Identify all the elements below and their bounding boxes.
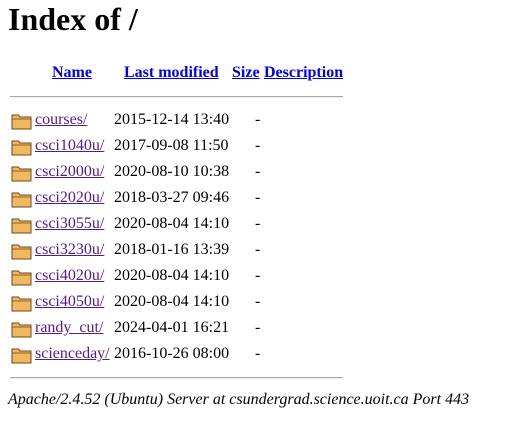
sort-by-description-link[interactable]: Description: [264, 64, 343, 82]
last-modified-value: 2015-12-14 13:40: [114, 111, 230, 128]
folder-icon: [11, 192, 32, 208]
folder-link[interactable]: csci2000u/: [35, 163, 104, 181]
size-value: -: [255, 137, 261, 154]
sort-by-name-link[interactable]: Name: [52, 64, 92, 82]
sort-by-size-link[interactable]: Size: [232, 64, 260, 82]
folder-link[interactable]: csci3230u/: [35, 241, 104, 259]
last-modified-value: 2020-08-10 10:38: [114, 163, 230, 180]
last-modified-value: 2018-03-27 09:46: [114, 189, 230, 206]
table-row: csci2000u/2020-08-10 10:38 -: [0, 160, 531, 186]
size-value: -: [255, 345, 261, 362]
table-row: courses/2015-12-14 13:40 -: [0, 108, 531, 134]
last-modified-value: 2016-10-26 08:00: [114, 345, 230, 362]
size-value: -: [255, 241, 261, 258]
last-modified-value: 2020-08-04 14:10: [114, 215, 230, 232]
last-modified-value: 2020-08-04 14:10: [114, 293, 230, 310]
size-value: -: [255, 163, 261, 180]
server-signature: Apache/2.4.52 (Ubuntu) Server at csunder…: [8, 391, 470, 408]
last-modified-value: 2020-08-04 14:10: [114, 267, 230, 284]
table-row: csci3055u/2020-08-04 14:10 -: [0, 212, 531, 238]
table-row: csci4020u/2020-08-04 14:10 -: [0, 264, 531, 290]
size-value: -: [255, 293, 261, 310]
folder-icon: [11, 166, 32, 182]
page-title: Index of /: [8, 1, 138, 37]
folder-link[interactable]: csci4050u/: [35, 293, 104, 311]
folder-icon: [11, 270, 32, 286]
last-modified-value: 2024-04-01 16:21: [114, 319, 230, 336]
folder-link[interactable]: randy_cut/: [35, 319, 103, 337]
last-modified-value: 2018-01-16 13:39: [114, 241, 230, 258]
size-value: -: [255, 319, 261, 336]
folder-icon: [11, 140, 32, 156]
folder-link[interactable]: csci2020u/: [35, 189, 104, 207]
folder-icon: [11, 296, 32, 312]
folder-link[interactable]: csci1040u/: [35, 137, 104, 155]
folder-link[interactable]: scienceday/: [35, 345, 110, 363]
size-value: -: [255, 189, 261, 206]
folder-icon: [11, 114, 32, 130]
size-value: -: [255, 215, 261, 232]
table-row: randy_cut/2024-04-01 16:21 -: [0, 316, 531, 342]
size-value: -: [255, 111, 261, 128]
footer-divider: [10, 377, 343, 379]
folder-icon: [11, 322, 32, 338]
table-row: csci2020u/2018-03-27 09:46 -: [0, 186, 531, 212]
folder-icon: [11, 218, 32, 234]
sort-by-last-modified-link[interactable]: Last modified: [124, 64, 219, 82]
folder-link[interactable]: csci3055u/: [35, 215, 104, 233]
header-divider: [10, 96, 343, 98]
table-row: csci3230u/2018-01-16 13:39 -: [0, 238, 531, 264]
table-row: scienceday/2016-10-26 08:00 -: [0, 342, 531, 368]
folder-icon: [11, 244, 32, 260]
size-value: -: [255, 267, 261, 284]
table-row: csci4050u/2020-08-04 14:10 -: [0, 290, 531, 316]
folder-link[interactable]: courses/: [35, 111, 87, 129]
table-row: csci1040u/2017-09-08 11:50 -: [0, 134, 531, 160]
last-modified-value: 2017-09-08 11:50: [114, 137, 229, 154]
folder-link[interactable]: csci4020u/: [35, 267, 104, 285]
folder-icon: [11, 348, 32, 364]
